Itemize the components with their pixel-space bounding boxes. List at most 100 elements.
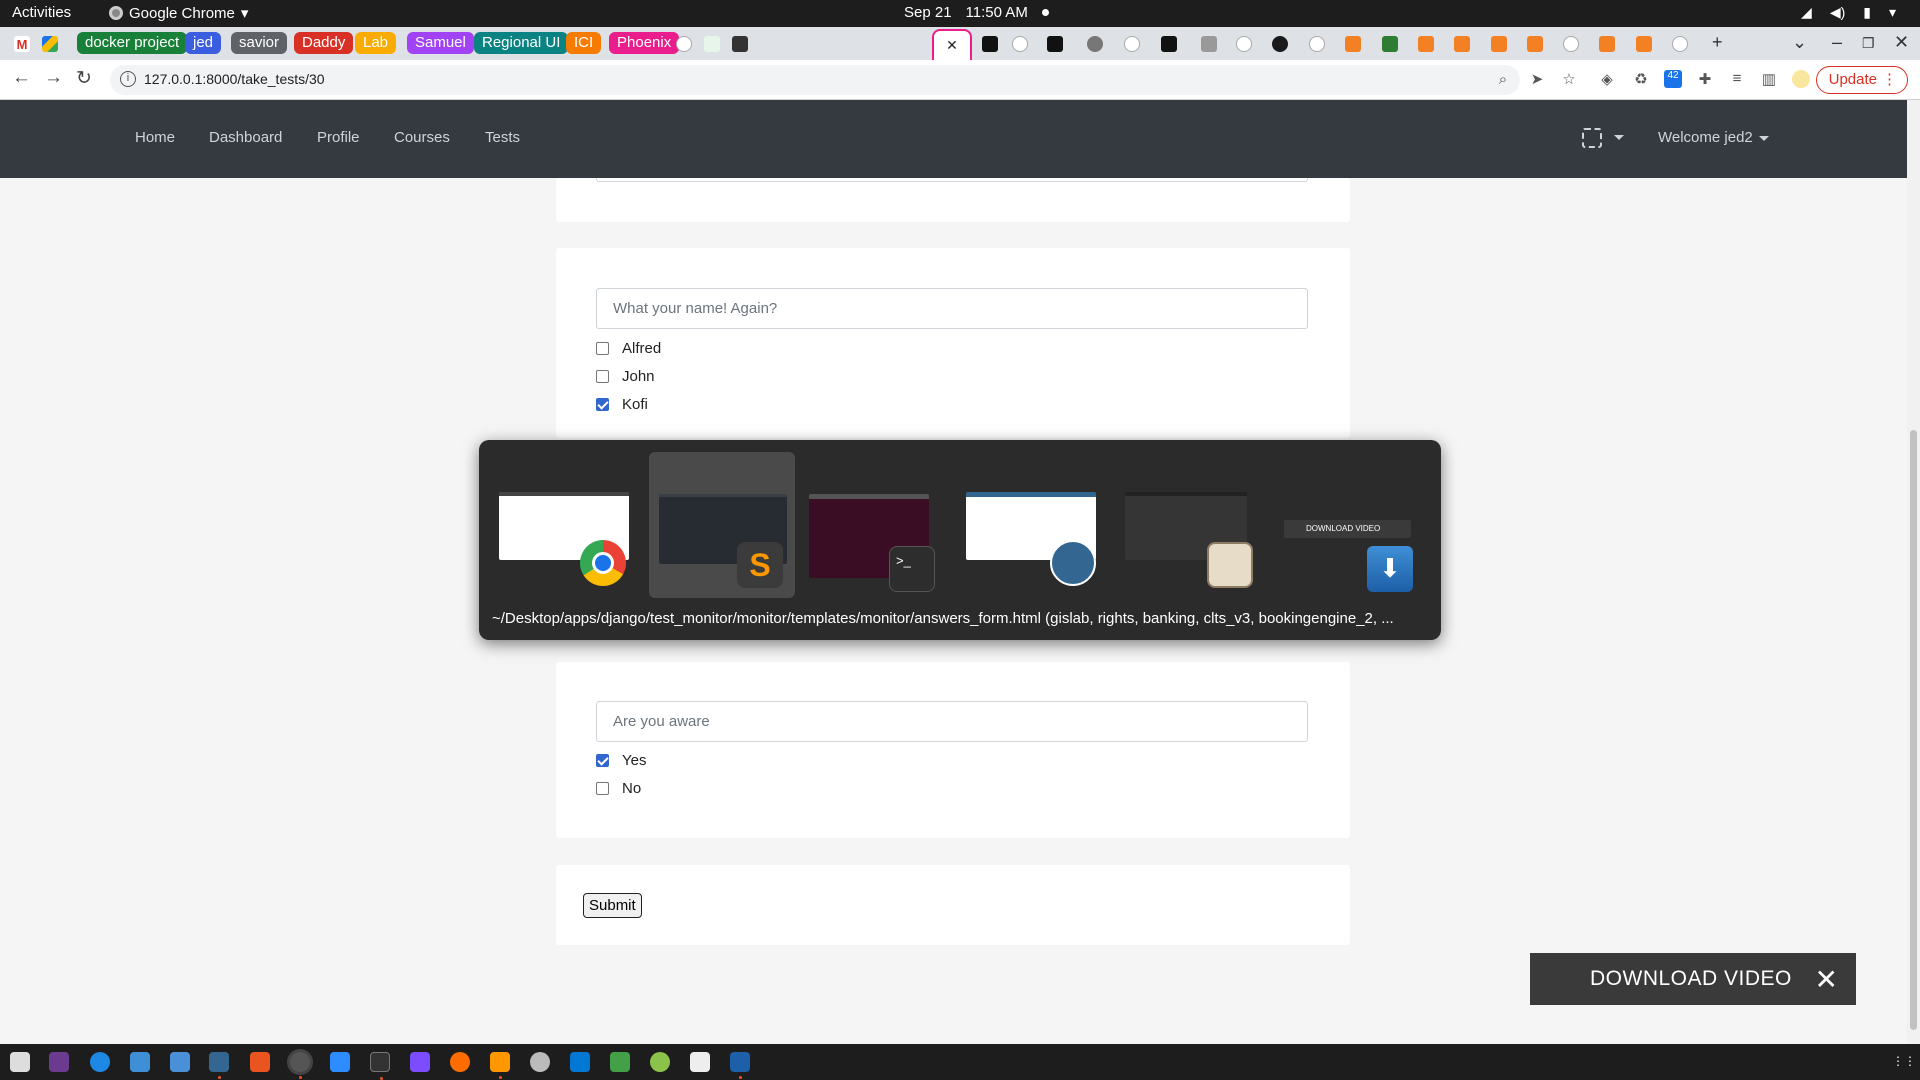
answer-checkbox-checked[interactable]: [596, 398, 609, 411]
spreadsheet-icon[interactable]: [610, 1052, 630, 1072]
answer-option[interactable]: Kofi: [596, 396, 648, 413]
tab-group-savior[interactable]: savior: [231, 32, 288, 54]
google-tab-icon[interactable]: [1236, 36, 1252, 52]
stackoverflow-tab-icon[interactable]: [1491, 36, 1507, 52]
google-tab-icon[interactable]: [1563, 36, 1579, 52]
question-prompt-field[interactable]: Are you aware: [596, 701, 1308, 742]
video-downloader-dock-icon[interactable]: [730, 1052, 750, 1079]
nav-profile[interactable]: Profile: [317, 129, 360, 146]
switcher-window-terminal[interactable]: >_: [807, 452, 953, 598]
app-icon[interactable]: [530, 1052, 550, 1072]
reload-button[interactable]: ↻: [76, 67, 92, 90]
app-icon[interactable]: [690, 1052, 710, 1072]
tab-favicon-icon[interactable]: [1161, 36, 1177, 52]
pgadmin-dock-icon[interactable]: [209, 1052, 229, 1079]
switcher-window-chrome[interactable]: [494, 452, 640, 598]
new-tab-button[interactable]: +: [1712, 32, 1723, 53]
update-button[interactable]: Update ⋮: [1815, 66, 1908, 94]
puzzle-extensions-icon[interactable]: ✚: [1696, 70, 1714, 88]
switcher-window-files[interactable]: [1125, 452, 1271, 598]
gmail-tab-icon[interactable]: M: [14, 36, 30, 52]
google-tab-icon[interactable]: [1012, 36, 1028, 52]
tab-favicon-icon[interactable]: [1201, 36, 1217, 52]
medium-tab-icon[interactable]: [982, 36, 998, 52]
drive-tab-icon[interactable]: [42, 36, 58, 52]
zoom-app-icon[interactable]: [330, 1052, 350, 1072]
switcher-window-sublime[interactable]: S: [649, 452, 795, 598]
profile-avatar[interactable]: [1792, 70, 1810, 88]
question-prompt-field[interactable]: What your name! Again?: [596, 288, 1308, 329]
answer-option[interactable]: No: [596, 780, 641, 797]
google-tab-icon[interactable]: [1309, 36, 1325, 52]
stackoverflow-tab-icon[interactable]: [1527, 36, 1543, 52]
submit-button[interactable]: Submit: [583, 893, 642, 918]
download-video-label[interactable]: DOWNLOAD VIDEO: [1590, 967, 1792, 991]
switcher-window-video-downloader[interactable]: DOWNLOAD VIDEO ⬇: [1284, 452, 1430, 598]
show-desktop-icon[interactable]: [10, 1052, 30, 1072]
vscode-icon[interactable]: [570, 1052, 590, 1072]
tab-group-lab[interactable]: Lab: [355, 32, 397, 54]
tab-group-ici[interactable]: ICI: [566, 32, 602, 54]
app-icon[interactable]: [410, 1052, 430, 1072]
stackoverflow-tab-icon[interactable]: [1636, 36, 1652, 52]
tab-favicon-icon[interactable]: [1382, 36, 1398, 52]
extension-icon[interactable]: ◈: [1598, 70, 1616, 88]
back-button[interactable]: ←: [12, 67, 31, 89]
nav-dashboard[interactable]: Dashboard: [209, 129, 282, 146]
stackoverflow-tab-icon[interactable]: [1599, 36, 1615, 52]
system-tray[interactable]: ◢ ◀) ▮ ▾: [1801, 4, 1896, 21]
answer-checkbox[interactable]: [596, 342, 609, 355]
terminal-dock-icon[interactable]: [370, 1052, 390, 1080]
activities-button[interactable]: Activities: [12, 4, 71, 21]
clock[interactable]: Sep 21 11:50 AM: [904, 4, 1049, 21]
user-menu[interactable]: Welcome jed2: [1658, 129, 1769, 146]
jetbrains-icon[interactable]: [49, 1052, 69, 1072]
close-window-icon[interactable]: ✕: [1894, 32, 1909, 53]
chrome-dock-icon[interactable]: [290, 1052, 310, 1079]
close-tab-icon[interactable]: ✕: [946, 37, 958, 53]
stackoverflow-tab-icon[interactable]: [1418, 36, 1434, 52]
help-icon[interactable]: [90, 1052, 110, 1072]
google-tab-icon[interactable]: [676, 36, 692, 52]
sublime-dock-icon[interactable]: [490, 1052, 510, 1079]
answer-option[interactable]: Alfred: [596, 340, 661, 357]
tab-favicon-icon[interactable]: [1047, 36, 1063, 52]
fullscreen-icon[interactable]: [1582, 128, 1602, 148]
extension-icon[interactable]: ♻: [1632, 70, 1650, 88]
tab-favicon-icon[interactable]: [1272, 36, 1288, 52]
tab-group-docker-project[interactable]: docker project: [77, 32, 188, 54]
nav-home[interactable]: Home: [135, 129, 175, 146]
answer-checkbox-checked[interactable]: [596, 754, 609, 767]
tab-group-daddy[interactable]: Daddy: [294, 32, 354, 54]
side-panel-icon[interactable]: ▥: [1760, 70, 1778, 88]
postman-icon[interactable]: [450, 1052, 470, 1072]
stackoverflow-tab-icon[interactable]: [1345, 36, 1361, 52]
google-tab-icon[interactable]: [1672, 36, 1688, 52]
show-apps-grid-icon[interactable]: ⋮⋮: [1892, 1054, 1916, 1068]
tab-favicon-icon[interactable]: [704, 36, 720, 52]
send-icon[interactable]: ➤: [1528, 70, 1546, 88]
stackoverflow-tab-icon[interactable]: [1454, 36, 1470, 52]
reading-list-icon[interactable]: ≡: [1728, 70, 1746, 88]
tab-favicon-icon[interactable]: [1087, 36, 1103, 52]
address-bar[interactable]: i 127.0.0.1:8000/take_tests/30 ⌕: [110, 65, 1520, 95]
zoom-icon[interactable]: ⌕: [1494, 71, 1512, 89]
answer-checkbox[interactable]: [596, 782, 609, 795]
extension-badge[interactable]: 42: [1664, 70, 1682, 88]
nav-tests[interactable]: Tests: [485, 129, 520, 146]
page-scrollbar[interactable]: [1907, 100, 1920, 1044]
active-tab[interactable]: ✕: [932, 29, 972, 60]
software-center-icon[interactable]: [250, 1052, 270, 1072]
close-icon[interactable]: ✕: [1815, 963, 1838, 996]
site-info-icon[interactable]: i: [120, 71, 136, 87]
app-icon[interactable]: [130, 1052, 150, 1072]
tab-group-phoenix[interactable]: Phoenix: [609, 32, 680, 54]
nav-courses[interactable]: Courses: [394, 129, 450, 146]
chevron-down-icon[interactable]: [1614, 135, 1624, 140]
forward-button[interactable]: →: [44, 67, 63, 89]
document-icon[interactable]: [170, 1052, 190, 1072]
switcher-window-pgadmin[interactable]: [966, 452, 1112, 598]
tab-group-jed[interactable]: jed: [185, 32, 222, 54]
tab-search-chevron-icon[interactable]: ⌄: [1792, 32, 1807, 53]
restore-window-icon[interactable]: ❐: [1862, 35, 1875, 52]
